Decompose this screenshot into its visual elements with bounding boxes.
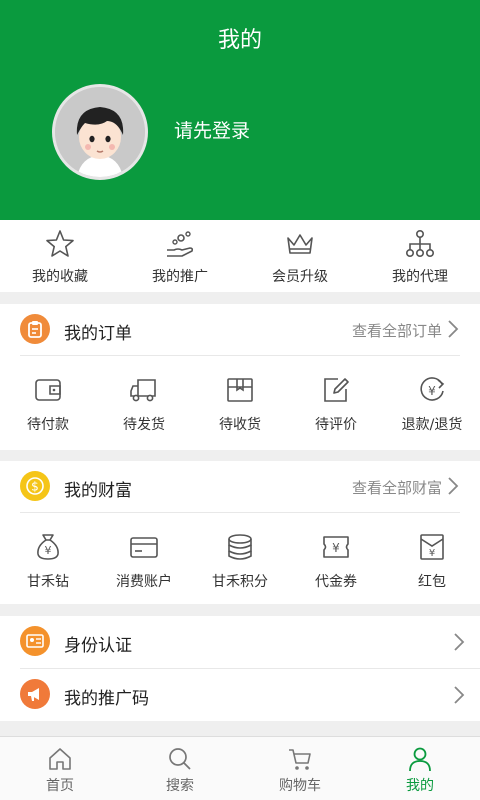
view-all-wealth-link[interactable]: 查看全部财富	[352, 477, 442, 498]
order-pending-receipt[interactable]: 待收货	[192, 356, 288, 456]
crown-icon	[287, 234, 313, 254]
wealth-title: 我的财富	[64, 481, 132, 501]
svg-text:$: $	[31, 480, 39, 494]
login-prompt[interactable]: 请先登录	[174, 116, 250, 143]
wealth-grid: ¥ 甘禾钻 消费账户 甘禾积分 ¥ 代金券 ¥ 红包	[0, 513, 480, 613]
tab-profile[interactable]: 我的	[360, 737, 480, 800]
chevron-right-icon	[448, 477, 459, 495]
search-icon	[169, 748, 191, 770]
truck-icon	[130, 379, 156, 402]
refund-icon: ¥	[420, 377, 445, 401]
voucher-icon: ¥	[323, 536, 349, 558]
quick-label: 会员升级	[272, 269, 328, 285]
tab-label: 购物车	[279, 778, 321, 794]
promo-code-label: 我的推广码	[64, 689, 149, 709]
clipboard-icon	[20, 314, 50, 344]
order-label: 待评价	[315, 417, 357, 433]
red-envelope-icon: ¥	[420, 534, 444, 560]
network-icon	[405, 229, 434, 257]
tab-label: 首页	[46, 778, 74, 794]
avatar[interactable]	[52, 84, 148, 180]
orders-title: 我的订单	[64, 324, 132, 344]
svg-text:¥: ¥	[332, 541, 340, 555]
cartoon-avatar-icon	[55, 87, 145, 177]
profile-header: 我的 请先登录	[0, 0, 480, 220]
misc-card: 身份认证 我的推广码	[0, 616, 480, 721]
page-title: 我的	[217, 28, 262, 53]
chevron-right-icon	[454, 633, 465, 651]
wealth-card: $ 我的财富 查看全部财富 ¥ 甘禾钻 消费账户 甘禾积分 ¥ 代金券 ¥ 红包	[0, 461, 480, 604]
user-icon	[409, 747, 431, 772]
orders-header[interactable]: 我的订单 查看全部订单	[20, 304, 460, 356]
megaphone-icon	[20, 679, 50, 709]
star-icon	[46, 230, 74, 257]
wealth-header[interactable]: $ 我的财富 查看全部财富	[20, 461, 460, 513]
card-icon	[130, 537, 158, 558]
id-card-icon	[20, 626, 50, 656]
wealth-voucher[interactable]: ¥ 代金券	[288, 513, 384, 613]
wealth-diamond[interactable]: ¥ 甘禾钻	[0, 513, 96, 613]
quick-label: 我的代理	[392, 269, 448, 285]
coins-icon	[228, 534, 252, 560]
chevron-right-icon	[454, 686, 465, 704]
wealth-account[interactable]: 消费账户	[96, 513, 192, 613]
money-bag-icon: ¥	[37, 534, 59, 560]
order-pending-shipment[interactable]: 待发货	[96, 356, 192, 456]
box-icon	[227, 378, 253, 402]
order-label: 待收货	[219, 417, 261, 433]
tab-search[interactable]: 搜索	[120, 737, 240, 800]
quick-label: 我的推广	[152, 269, 208, 285]
wealth-label: 代金券	[315, 574, 357, 590]
orders-grid: 待付款 待发货 待收货 待评价 ¥ 退款/退货	[0, 356, 480, 456]
chevron-right-icon	[448, 320, 459, 338]
wealth-label: 甘禾积分	[212, 574, 268, 590]
tab-home[interactable]: 首页	[0, 737, 120, 800]
order-refund[interactable]: ¥ 退款/退货	[384, 356, 480, 456]
promo-code-row[interactable]: 我的推广码	[20, 668, 480, 720]
wealth-label: 甘禾钻	[27, 574, 69, 590]
view-all-orders-link[interactable]: 查看全部订单	[352, 320, 442, 341]
cart-icon	[289, 749, 311, 770]
tab-cart[interactable]: 购物车	[240, 737, 360, 800]
coin-icon: $	[20, 471, 50, 501]
order-pending-review[interactable]: 待评价	[288, 356, 384, 456]
tab-label: 我的	[406, 778, 434, 794]
wealth-label: 消费账户	[116, 574, 172, 590]
order-label: 退款/退货	[401, 417, 463, 433]
bottom-tab-bar: 首页 搜索 购物车 我的	[0, 736, 480, 800]
wealth-points[interactable]: 甘禾积分	[192, 513, 288, 613]
wallet-icon	[35, 379, 61, 401]
identity-label: 身份认证	[64, 636, 132, 656]
order-label: 待发货	[123, 417, 165, 433]
svg-text:¥: ¥	[45, 544, 52, 557]
quick-agent[interactable]: 我的代理	[360, 220, 480, 292]
wealth-red-envelope[interactable]: ¥ 红包	[384, 513, 480, 613]
quick-links: 我的收藏 我的推广 会员升级 我的代理	[0, 220, 480, 292]
tab-label: 搜索	[166, 778, 194, 794]
quick-promotion[interactable]: 我的推广	[120, 220, 240, 292]
order-label: 待付款	[27, 417, 69, 433]
svg-text:¥: ¥	[429, 548, 435, 559]
svg-text:¥: ¥	[428, 384, 436, 398]
wealth-label: 红包	[418, 574, 446, 590]
quick-favorites[interactable]: 我的收藏	[0, 220, 120, 292]
order-pending-payment[interactable]: 待付款	[0, 356, 96, 456]
identity-verification-row[interactable]: 身份认证	[20, 616, 480, 668]
quick-membership[interactable]: 会员升级	[240, 220, 360, 292]
hand-share-icon	[167, 231, 194, 257]
edit-icon	[324, 378, 349, 402]
home-icon	[49, 748, 71, 770]
quick-label: 我的收藏	[32, 269, 88, 285]
orders-card: 我的订单 查看全部订单 待付款 待发货 待收货 待评价 ¥ 退款/退货	[0, 304, 480, 450]
